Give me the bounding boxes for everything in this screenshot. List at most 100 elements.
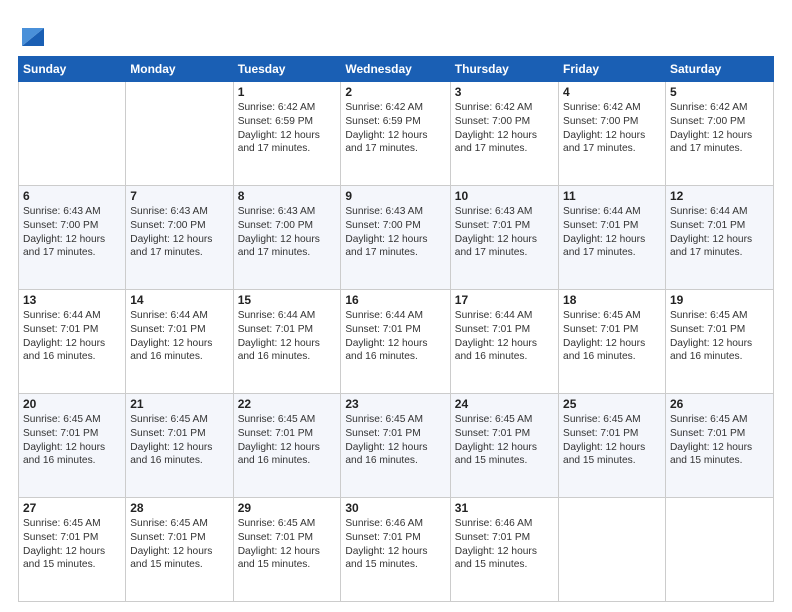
calendar-cell: 5 Sunrise: 6:42 AM Sunset: 7:00 PM Daylig… bbox=[665, 82, 773, 186]
day-number: 15 bbox=[238, 293, 337, 307]
day-info: Sunrise: 6:44 AM Sunset: 7:01 PM Dayligh… bbox=[23, 309, 121, 364]
calendar-cell: 2 Sunrise: 6:42 AM Sunset: 6:59 PM Daylig… bbox=[341, 82, 450, 186]
day-info: Sunrise: 6:44 AM Sunset: 7:01 PM Dayligh… bbox=[670, 205, 769, 260]
logo bbox=[18, 18, 44, 46]
page: Sunday Monday Tuesday Wednesday Thursday… bbox=[0, 0, 792, 612]
day-number: 8 bbox=[238, 189, 337, 203]
day-info: Sunrise: 6:45 AM Sunset: 7:01 PM Dayligh… bbox=[130, 517, 228, 572]
day-number: 9 bbox=[345, 189, 445, 203]
day-info: Sunrise: 6:45 AM Sunset: 7:01 PM Dayligh… bbox=[23, 413, 121, 468]
day-number: 25 bbox=[563, 397, 661, 411]
day-number: 20 bbox=[23, 397, 121, 411]
calendar-cell: 17 Sunrise: 6:44 AM Sunset: 7:01 PM Dayli… bbox=[450, 290, 558, 394]
day-number: 27 bbox=[23, 501, 121, 515]
day-number: 24 bbox=[455, 397, 554, 411]
day-info: Sunrise: 6:45 AM Sunset: 7:01 PM Dayligh… bbox=[23, 517, 121, 572]
day-number: 23 bbox=[345, 397, 445, 411]
calendar-cell: 16 Sunrise: 6:44 AM Sunset: 7:01 PM Dayli… bbox=[341, 290, 450, 394]
day-info: Sunrise: 6:45 AM Sunset: 7:01 PM Dayligh… bbox=[670, 413, 769, 468]
day-number: 22 bbox=[238, 397, 337, 411]
header-wednesday: Wednesday bbox=[341, 57, 450, 82]
day-number: 11 bbox=[563, 189, 661, 203]
week-row-3: 13 Sunrise: 6:44 AM Sunset: 7:01 PM Dayli… bbox=[19, 290, 774, 394]
day-number: 13 bbox=[23, 293, 121, 307]
week-row-2: 6 Sunrise: 6:43 AM Sunset: 7:00 PM Daylig… bbox=[19, 186, 774, 290]
day-info: Sunrise: 6:43 AM Sunset: 7:00 PM Dayligh… bbox=[238, 205, 337, 260]
calendar-cell: 14 Sunrise: 6:44 AM Sunset: 7:01 PM Dayli… bbox=[126, 290, 233, 394]
week-row-5: 27 Sunrise: 6:45 AM Sunset: 7:01 PM Dayli… bbox=[19, 498, 774, 602]
calendar-cell: 1Sunrise: 6:42 AM Sunset: 6:59 PM Daylig… bbox=[233, 82, 341, 186]
header-sunday: Sunday bbox=[19, 57, 126, 82]
calendar-cell: 26 Sunrise: 6:45 AM Sunset: 7:01 PM Dayli… bbox=[665, 394, 773, 498]
day-info: Sunrise: 6:43 AM Sunset: 7:01 PM Dayligh… bbox=[455, 205, 554, 260]
calendar-cell: 22Sunrise: 6:45 AM Sunset: 7:01 PM Dayli… bbox=[233, 394, 341, 498]
day-number: 6 bbox=[23, 189, 121, 203]
day-info: Sunrise: 6:45 AM Sunset: 7:01 PM Dayligh… bbox=[670, 309, 769, 364]
day-number: 10 bbox=[455, 189, 554, 203]
day-info: Sunrise: 6:43 AM Sunset: 7:00 PM Dayligh… bbox=[345, 205, 445, 260]
calendar-cell: 7 Sunrise: 6:43 AM Sunset: 7:00 PM Daylig… bbox=[126, 186, 233, 290]
day-number: 4 bbox=[563, 85, 661, 99]
day-info: Sunrise: 6:44 AM Sunset: 7:01 PM Dayligh… bbox=[563, 205, 661, 260]
day-number: 21 bbox=[130, 397, 228, 411]
header-thursday: Thursday bbox=[450, 57, 558, 82]
calendar-cell bbox=[126, 82, 233, 186]
day-info: Sunrise: 6:46 AM Sunset: 7:01 PM Dayligh… bbox=[455, 517, 554, 572]
day-info: Sunrise: 6:45 AM Sunset: 7:01 PM Dayligh… bbox=[563, 413, 661, 468]
day-number: 19 bbox=[670, 293, 769, 307]
calendar-cell: 28Sunrise: 6:45 AM Sunset: 7:01 PM Dayli… bbox=[126, 498, 233, 602]
logo-icon bbox=[22, 18, 44, 46]
day-info: Sunrise: 6:44 AM Sunset: 7:01 PM Dayligh… bbox=[345, 309, 445, 364]
calendar-cell bbox=[559, 498, 666, 602]
calendar-cell: 18Sunrise: 6:45 AM Sunset: 7:01 PM Dayli… bbox=[559, 290, 666, 394]
calendar-cell: 10 Sunrise: 6:43 AM Sunset: 7:01 PM Dayli… bbox=[450, 186, 558, 290]
day-info: Sunrise: 6:44 AM Sunset: 7:01 PM Dayligh… bbox=[130, 309, 228, 364]
week-row-4: 20 Sunrise: 6:45 AM Sunset: 7:01 PM Dayli… bbox=[19, 394, 774, 498]
calendar-cell: 9 Sunrise: 6:43 AM Sunset: 7:00 PM Daylig… bbox=[341, 186, 450, 290]
day-info: Sunrise: 6:45 AM Sunset: 7:01 PM Dayligh… bbox=[238, 517, 337, 572]
day-number: 5 bbox=[670, 85, 769, 99]
day-info: Sunrise: 6:45 AM Sunset: 7:01 PM Dayligh… bbox=[345, 413, 445, 468]
day-info: Sunrise: 6:45 AM Sunset: 7:01 PM Dayligh… bbox=[455, 413, 554, 468]
day-number: 17 bbox=[455, 293, 554, 307]
day-info: Sunrise: 6:42 AM Sunset: 7:00 PM Dayligh… bbox=[670, 101, 769, 156]
calendar-cell: 29Sunrise: 6:45 AM Sunset: 7:01 PM Dayli… bbox=[233, 498, 341, 602]
calendar-cell: 25 Sunrise: 6:45 AM Sunset: 7:01 PM Dayli… bbox=[559, 394, 666, 498]
calendar: Sunday Monday Tuesday Wednesday Thursday… bbox=[18, 56, 774, 602]
day-number: 26 bbox=[670, 397, 769, 411]
day-number: 12 bbox=[670, 189, 769, 203]
day-info: Sunrise: 6:46 AM Sunset: 7:01 PM Dayligh… bbox=[345, 517, 445, 572]
week-row-1: 1 Sunrise: 6:42 AM Sunset: 6:59 PM Daylig… bbox=[19, 82, 774, 186]
calendar-cell: 12 Sunrise: 6:44 AM Sunset: 7:01 PM Dayli… bbox=[665, 186, 773, 290]
header-monday: Monday bbox=[126, 57, 233, 82]
day-info: Sunrise: 6:44 AM Sunset: 7:01 PM Dayligh… bbox=[455, 309, 554, 364]
day-info: Sunrise: 6:45 AM Sunset: 7:01 PM Dayligh… bbox=[130, 413, 228, 468]
calendar-cell: 3Sunrise: 6:42 AM Sunset: 7:00 PM Daylig… bbox=[450, 82, 558, 186]
day-info: Sunrise: 6:44 AM Sunset: 7:01 PM Dayligh… bbox=[238, 309, 337, 364]
calendar-cell: 6 Sunrise: 6:43 AM Sunset: 7:00 PM Daylig… bbox=[19, 186, 126, 290]
day-number: 30 bbox=[345, 501, 445, 515]
day-number: 3 bbox=[455, 85, 554, 99]
calendar-cell: 23 Sunrise: 6:45 AM Sunset: 7:01 PM Dayli… bbox=[341, 394, 450, 498]
day-number: 2 bbox=[345, 85, 445, 99]
header-saturday: Saturday bbox=[665, 57, 773, 82]
day-number: 7 bbox=[130, 189, 228, 203]
day-info: Sunrise: 6:43 AM Sunset: 7:00 PM Dayligh… bbox=[23, 205, 121, 260]
calendar-cell: 13 Sunrise: 6:44 AM Sunset: 7:01 PM Dayli… bbox=[19, 290, 126, 394]
calendar-cell: 8 Sunrise: 6:43 AM Sunset: 7:00 PM Daylig… bbox=[233, 186, 341, 290]
day-number: 16 bbox=[345, 293, 445, 307]
calendar-cell: 31Sunrise: 6:46 AM Sunset: 7:01 PM Dayli… bbox=[450, 498, 558, 602]
calendar-cell: 19 Sunrise: 6:45 AM Sunset: 7:01 PM Dayli… bbox=[665, 290, 773, 394]
header bbox=[18, 18, 774, 46]
day-info: Sunrise: 6:42 AM Sunset: 6:59 PM Dayligh… bbox=[345, 101, 445, 156]
calendar-cell: 27 Sunrise: 6:45 AM Sunset: 7:01 PM Dayli… bbox=[19, 498, 126, 602]
calendar-cell bbox=[19, 82, 126, 186]
day-number: 14 bbox=[130, 293, 228, 307]
header-friday: Friday bbox=[559, 57, 666, 82]
day-info: Sunrise: 6:43 AM Sunset: 7:00 PM Dayligh… bbox=[130, 205, 228, 260]
calendar-cell: 30 Sunrise: 6:46 AM Sunset: 7:01 PM Dayli… bbox=[341, 498, 450, 602]
day-number: 1 bbox=[238, 85, 337, 99]
calendar-cell: 4Sunrise: 6:42 AM Sunset: 7:00 PM Daylig… bbox=[559, 82, 666, 186]
header-tuesday: Tuesday bbox=[233, 57, 341, 82]
day-number: 18 bbox=[563, 293, 661, 307]
